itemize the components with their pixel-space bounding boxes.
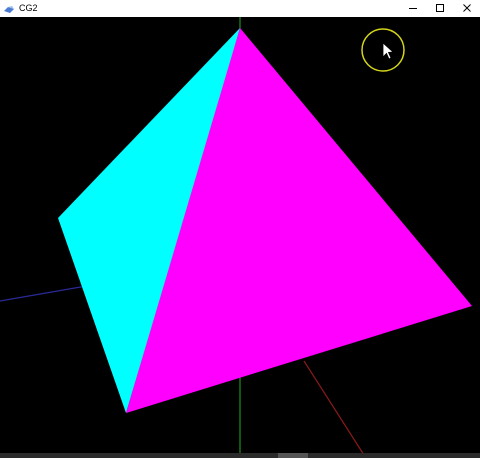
z-axis bbox=[303, 360, 365, 456]
x-axis bbox=[0, 284, 93, 302]
opengl-app-icon bbox=[3, 3, 15, 15]
app-window: CG2 bbox=[0, 0, 480, 458]
window-controls bbox=[399, 0, 480, 17]
mouse-pointer-icon bbox=[382, 42, 394, 60]
maximize-button[interactable] bbox=[426, 0, 453, 17]
opengl-viewport[interactable] bbox=[0, 17, 480, 458]
title-bar[interactable]: CG2 bbox=[0, 0, 480, 17]
minimize-icon bbox=[408, 0, 418, 18]
window-title: CG2 bbox=[19, 3, 38, 13]
maximize-icon bbox=[435, 0, 445, 18]
close-button[interactable] bbox=[453, 0, 480, 17]
scene-canvas[interactable] bbox=[0, 17, 480, 458]
minimize-button[interactable] bbox=[399, 0, 426, 17]
bottom-scrollbar[interactable] bbox=[0, 453, 480, 458]
close-icon bbox=[462, 0, 472, 18]
scrollbar-thumb[interactable] bbox=[278, 453, 308, 458]
